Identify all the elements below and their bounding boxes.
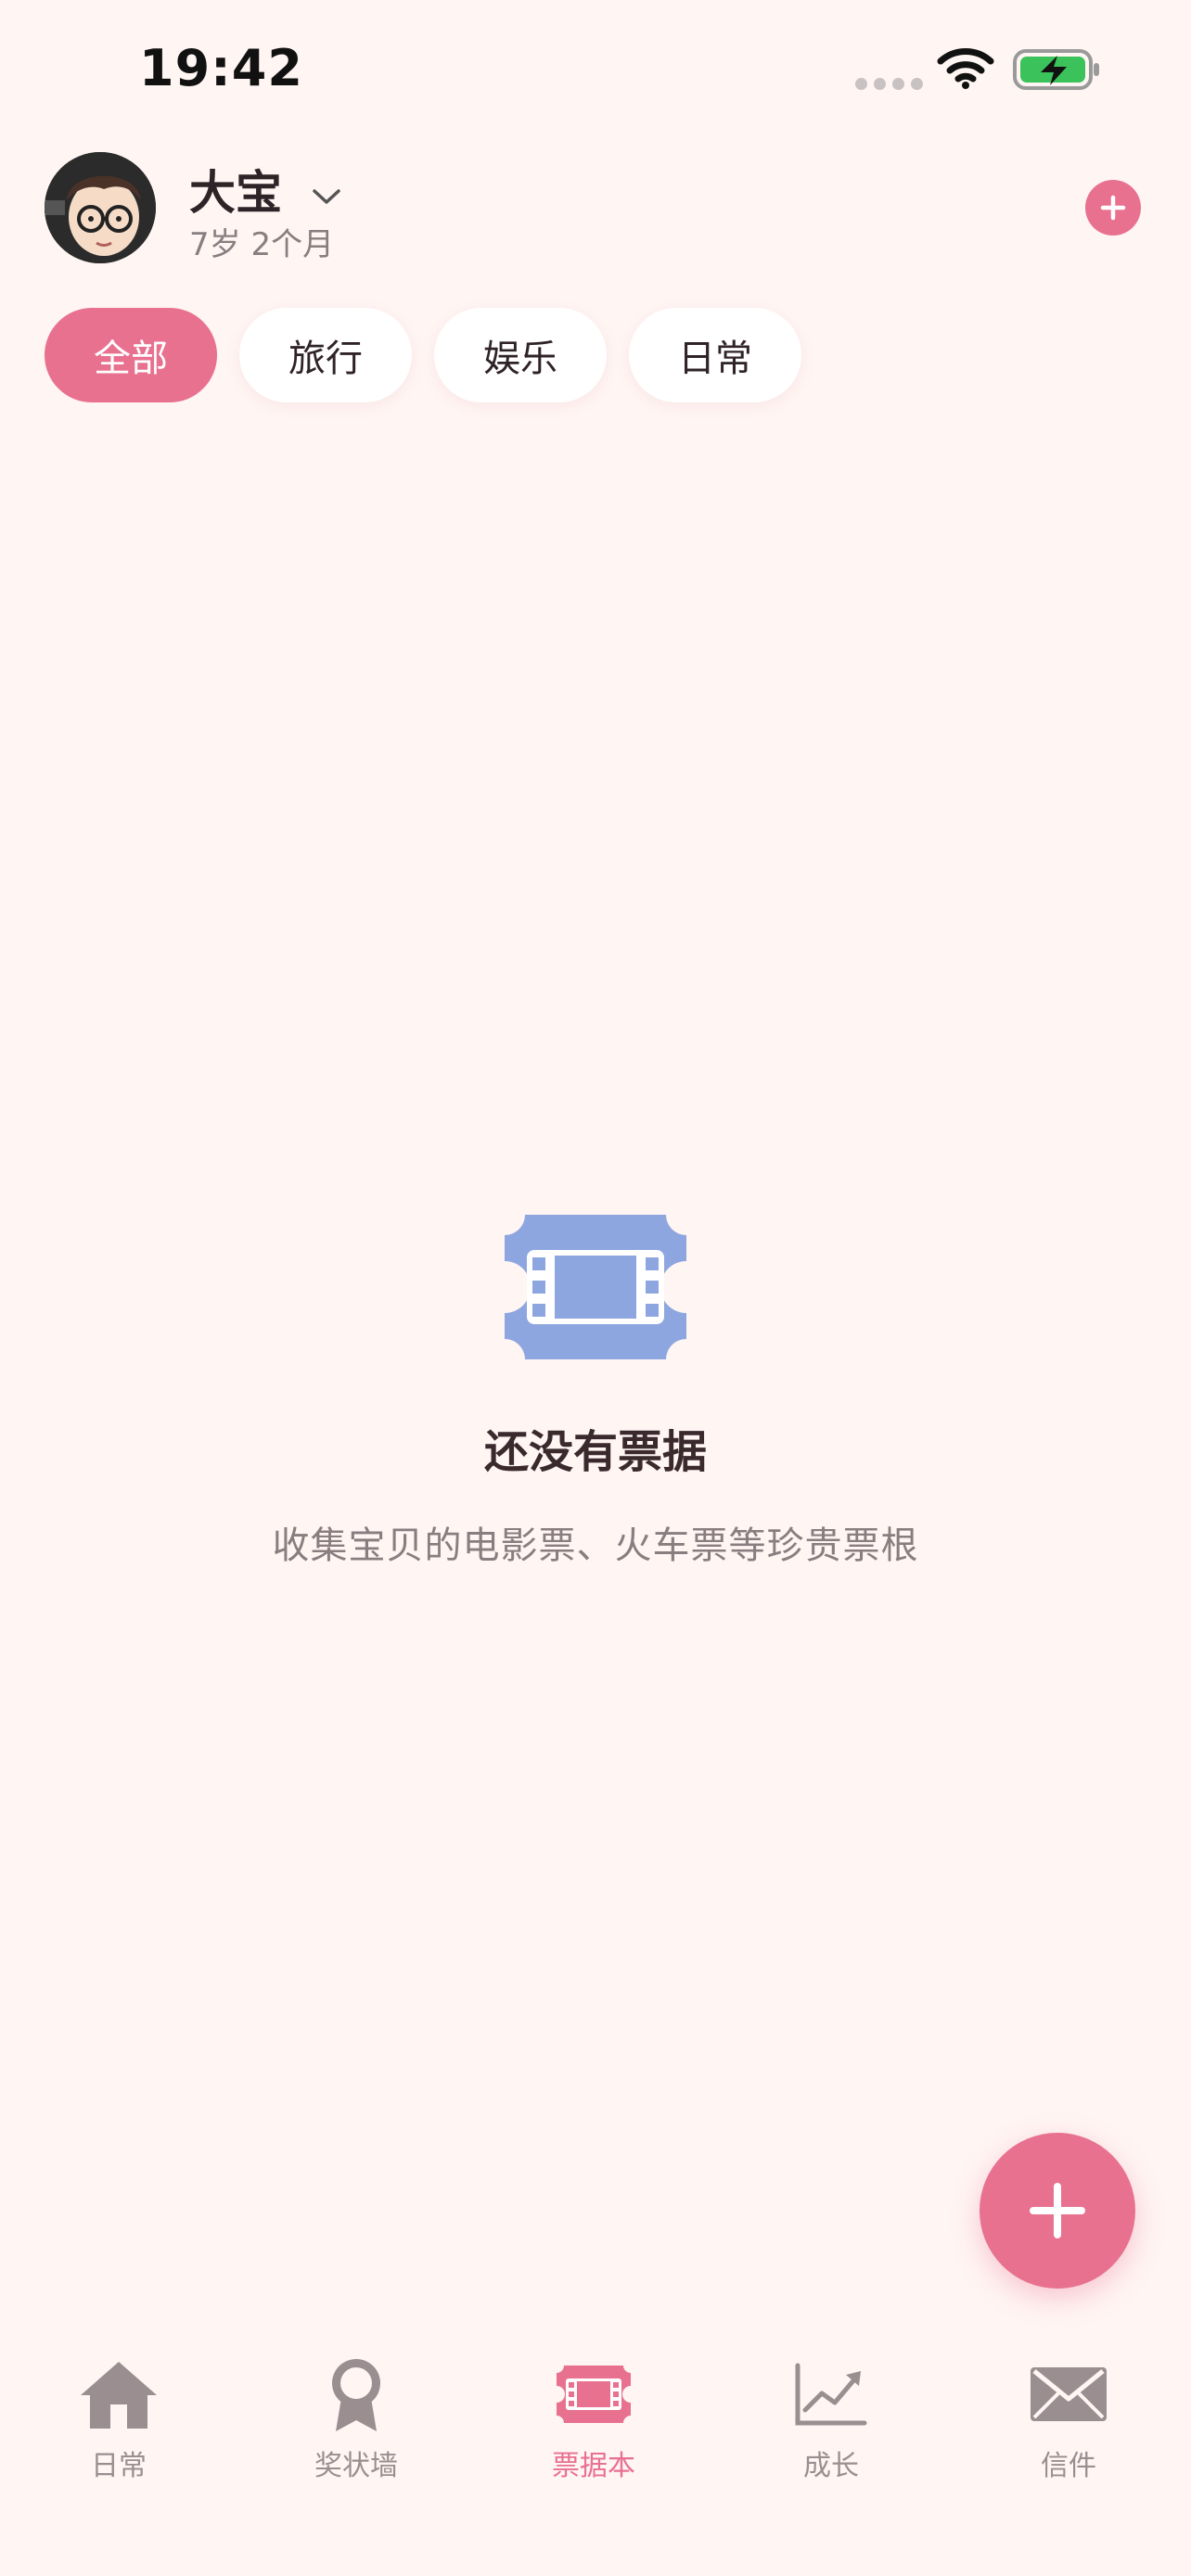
wifi-icon: [937, 48, 994, 89]
empty-state-title: 还没有票据: [483, 1426, 707, 1478]
award-ribbon-icon: [332, 2359, 380, 2431]
tab-label: 成长: [803, 2450, 859, 2482]
profile-name-text: 大宝: [189, 166, 282, 220]
plus-icon: [1030, 2183, 1085, 2238]
avatar[interactable]: [45, 152, 156, 263]
signal-dots-icon: [855, 76, 929, 94]
filter-chip-entertainment[interactable]: 娱乐: [434, 308, 607, 402]
profile-name[interactable]: 大宝: [189, 156, 342, 223]
tab-letters[interactable]: 信件: [950, 2355, 1187, 2485]
tab-growth[interactable]: 成长: [712, 2355, 950, 2485]
add-profile-button[interactable]: [1085, 180, 1141, 236]
tab-label: 日常: [91, 2450, 147, 2482]
tab-daily[interactable]: 日常: [0, 2355, 237, 2485]
avatar-cartoon-boy-glasses-icon: [45, 152, 156, 263]
tab-awards[interactable]: 奖状墙: [237, 2355, 475, 2485]
profile-age: 7岁 2个月: [189, 226, 335, 263]
status-time: 19:42: [139, 39, 303, 97]
ticket-icon: [557, 2366, 631, 2423]
add-ticket-button[interactable]: [980, 2133, 1135, 2289]
empty-state-subtitle: 收集宝贝的电影票、火车票等珍贵票根: [272, 1524, 919, 1567]
filter-chip-all[interactable]: 全部: [45, 308, 217, 402]
chevron-down-icon[interactable]: [311, 185, 342, 208]
tab-label: 票据本: [552, 2450, 635, 2482]
envelope-icon: [1031, 2367, 1107, 2421]
battery-charging-icon: [1013, 49, 1099, 90]
ticket-film-icon: [505, 1215, 686, 1359]
tab-label: 奖状墙: [314, 2450, 398, 2482]
filter-chip-travel[interactable]: 旅行: [239, 308, 412, 402]
filter-chip-daily[interactable]: 日常: [629, 308, 801, 402]
home-icon: [81, 2362, 157, 2429]
plus-icon: [1100, 195, 1126, 221]
tab-tickets[interactable]: 票据本: [475, 2355, 712, 2485]
growth-chart-icon: [795, 2363, 867, 2426]
tab-label: 信件: [1041, 2450, 1096, 2482]
